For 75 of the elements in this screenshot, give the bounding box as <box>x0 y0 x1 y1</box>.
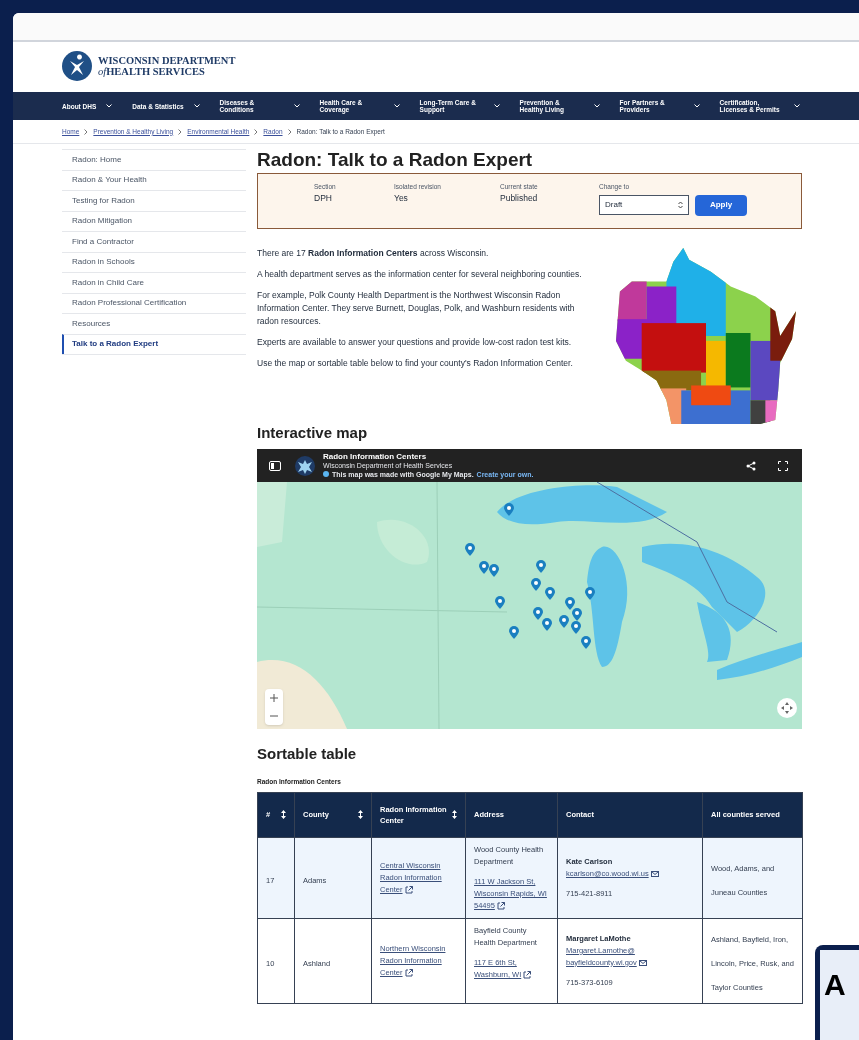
sidebar-item[interactable]: Resources <box>62 313 246 334</box>
caret-icon <box>793 104 800 108</box>
map-title: Radon Information Centers <box>323 452 428 461</box>
paragraph: For example, Polk County Health Department is the Northwest Wisconsin Radon Information Center. They serve Burnett, Douglas, Polk, and Washburn residents with radon resources. <box>257 289 576 328</box>
paragraph: There are 17 Radon Information Centers across Wisconsin. <box>257 247 490 260</box>
sidebar-item[interactable]: Radon in Child Care <box>62 272 246 293</box>
caret-icon <box>693 104 700 108</box>
sidebar-item[interactable]: Radon in Schools <box>62 251 246 272</box>
share-icon[interactable] <box>746 460 756 471</box>
map-pin-icon[interactable] <box>531 578 541 591</box>
sidebar-item[interactable]: Radon Professional Certification <box>62 292 246 313</box>
map-pin-icon[interactable] <box>559 615 569 628</box>
map-pin-icon[interactable] <box>572 608 582 621</box>
map-pin-icon[interactable] <box>489 564 499 577</box>
map-pin-icon[interactable] <box>533 607 543 620</box>
sidebar-item[interactable]: Testing for Radon <box>62 190 246 211</box>
chevron-icon <box>84 128 89 135</box>
caret-icon <box>393 104 400 108</box>
section-heading: Interactive map <box>257 424 369 442</box>
map-pin-icon[interactable] <box>565 597 575 610</box>
logo-text: WISCONSIN DEPARTMENT <box>98 55 236 66</box>
field-value: Yes <box>394 191 409 205</box>
sort-icon[interactable] <box>281 810 286 820</box>
zoom-in-icon[interactable] <box>270 694 278 702</box>
sidebar-item[interactable]: Find a Contractor <box>62 231 246 252</box>
map-pin-icon[interactable] <box>571 621 581 634</box>
chevron-icon <box>254 128 259 135</box>
map-pin-icon[interactable] <box>465 543 475 556</box>
field-value: Published <box>500 191 539 205</box>
map-pin-icon[interactable] <box>542 618 552 631</box>
map-pin-icon[interactable] <box>504 503 514 516</box>
logo-text: ofHEALTH SERVICES <box>98 66 206 77</box>
logo-icon <box>295 455 315 476</box>
fullscreen-icon[interactable] <box>778 460 788 471</box>
state-select[interactable]: Draft <box>599 195 689 216</box>
caret-icon <box>593 104 600 108</box>
zoom-out-icon[interactable] <box>270 712 278 720</box>
map-pin-icon[interactable] <box>585 587 595 600</box>
caret-icon <box>493 104 500 108</box>
caret-icon <box>193 104 200 108</box>
apply-button[interactable]: Apply <box>695 194 747 216</box>
paragraph: Use the map or sortable table below to find your county's Radon Information Center. <box>257 357 574 370</box>
external-link-icon <box>404 885 413 894</box>
sidebar-item[interactable]: Radon Mitigation <box>62 210 246 231</box>
map-pin-icon[interactable] <box>545 587 555 600</box>
widget-button[interactable]: A <box>815 945 859 1040</box>
section-heading: Sortable table <box>257 745 358 763</box>
external-link-icon <box>523 970 532 979</box>
external-link-icon <box>404 968 413 977</box>
sidebar-item[interactable]: Radon & Your Health <box>62 169 246 190</box>
map-pin-icon[interactable] <box>509 626 519 639</box>
spinner-icon <box>678 201 683 210</box>
recenter-icon[interactable] <box>777 698 797 718</box>
map-pin-icon[interactable] <box>495 596 505 609</box>
chevron-icon <box>287 128 292 135</box>
caret-icon <box>106 104 113 108</box>
logo-icon <box>62 51 92 81</box>
field-value: DPH <box>314 191 333 205</box>
page-title: Radon: Talk to a Radon Expert <box>257 148 534 172</box>
map-pin-icon[interactable] <box>479 561 489 574</box>
map-pin-icon[interactable] <box>536 560 546 573</box>
map-pin-icon[interactable] <box>581 636 591 649</box>
mail-icon <box>650 870 659 877</box>
sort-icon[interactable] <box>452 810 457 820</box>
paragraph: Experts are available to answer your questions and provide low-cost radon test kits. <box>257 336 573 349</box>
sidebar-item[interactable]: Talk to a Radon Expert <box>62 333 246 354</box>
chevron-icon <box>178 128 183 135</box>
sidebar-toggle-icon[interactable] <box>269 460 281 471</box>
paragraph: A health department serves as the information center for several neighboring counties. <box>257 268 583 281</box>
sidebar-item[interactable]: Radon: Home <box>62 149 246 170</box>
sort-icon[interactable] <box>358 810 363 820</box>
external-link-icon <box>496 901 505 910</box>
caret-icon <box>293 104 300 108</box>
info-icon <box>323 471 329 477</box>
mail-icon <box>638 959 647 966</box>
